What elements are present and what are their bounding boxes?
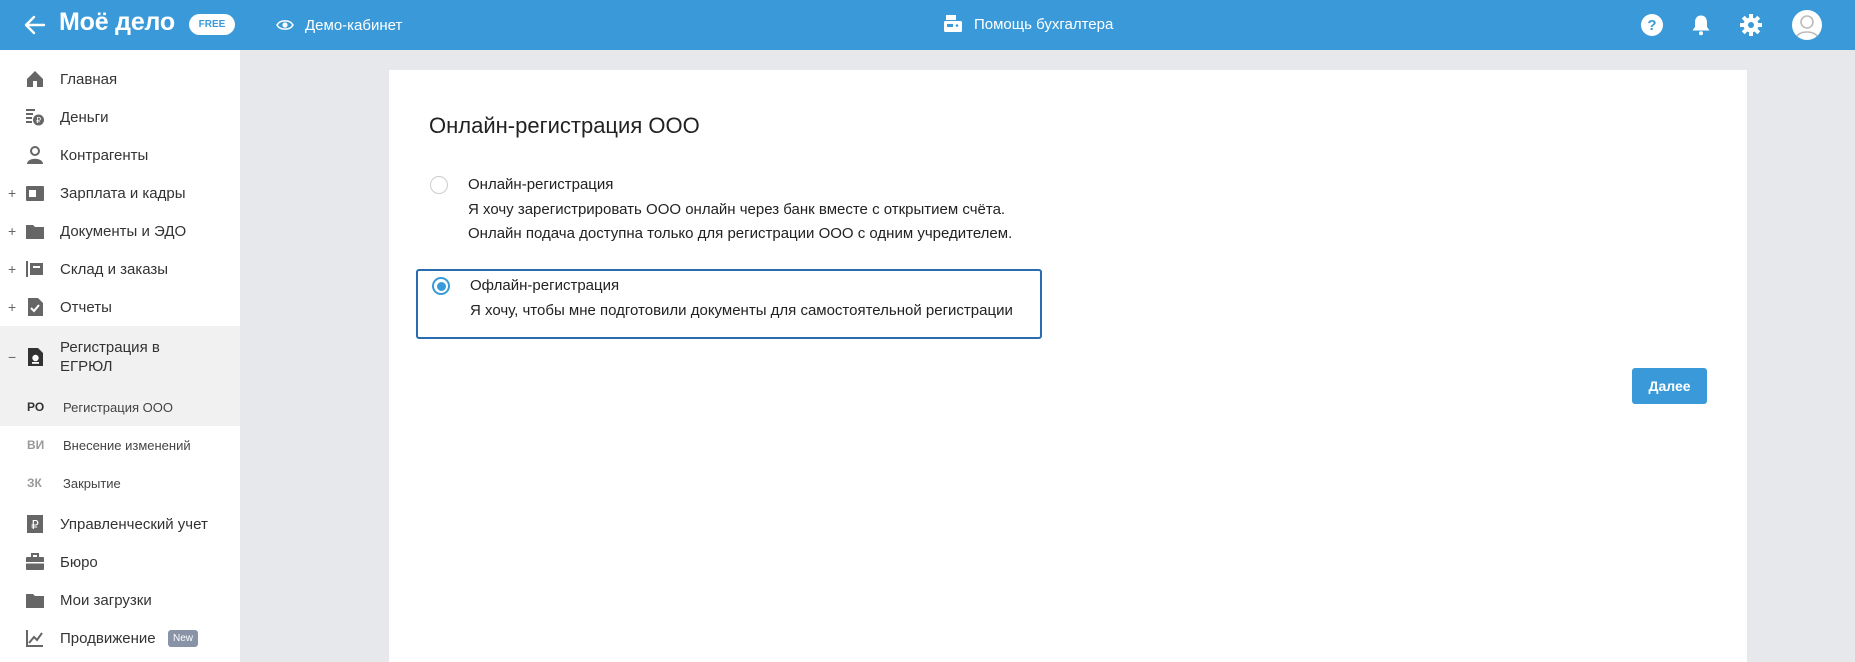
sidebar-item-promotion[interactable]: Продвижение New bbox=[0, 619, 240, 657]
sidebar-subitem-changes[interactable]: ВИ Внесение изменений bbox=[0, 426, 240, 464]
expand-icon[interactable]: + bbox=[8, 223, 16, 239]
option-description-line1: Я хочу зарегистрировать ООО онлайн через… bbox=[468, 201, 1006, 218]
contractors-icon bbox=[27, 146, 43, 164]
svg-text:₽: ₽ bbox=[36, 116, 41, 125]
sidebar-item-egrul-registration[interactable]: − Регистрация в ЕГРЮЛ bbox=[0, 326, 240, 388]
chart-icon bbox=[26, 630, 43, 647]
sidebar-item-warehouse[interactable]: + Склад и заказы bbox=[0, 250, 240, 288]
bell-icon[interactable] bbox=[1689, 13, 1713, 37]
ruble-doc-icon: ₽ bbox=[27, 515, 43, 533]
sidebar-item-my-downloads[interactable]: Мои загрузки bbox=[0, 581, 240, 619]
option-description-line2: Онлайн подача доступна только для регист… bbox=[468, 225, 1013, 242]
expand-icon[interactable]: + bbox=[8, 261, 16, 277]
cash-register-icon bbox=[944, 15, 962, 32]
gear-icon[interactable] bbox=[1739, 13, 1763, 37]
help-icon[interactable]: ? bbox=[1640, 13, 1664, 37]
folder-icon bbox=[26, 225, 44, 239]
logo[interactable]: Моё дело bbox=[59, 8, 175, 37]
eye-icon bbox=[276, 20, 294, 30]
registration-card: Онлайн-регистрация ООО Онлайн-регистраци… bbox=[389, 70, 1747, 662]
expand-icon[interactable]: + bbox=[8, 299, 16, 315]
sidebar-item-salary[interactable]: + Зарплата и кадры bbox=[0, 174, 240, 212]
top-bar: Моё дело FREE Демо-кабинет Помощь бухгал… bbox=[0, 0, 1855, 50]
collapse-icon[interactable]: − bbox=[8, 349, 16, 365]
sidebar-item-reports[interactable]: + Отчеты bbox=[0, 288, 240, 326]
option-title: Онлайн-регистрация bbox=[468, 176, 614, 193]
option-online-registration[interactable]: Онлайн-регистрация Я хочу зарегистрирова… bbox=[416, 166, 1042, 246]
salary-icon bbox=[26, 186, 44, 201]
folder-icon bbox=[26, 594, 44, 608]
plan-badge: FREE bbox=[189, 14, 235, 35]
option-offline-registration[interactable]: Офлайн-регистрация Я хочу, чтобы мне под… bbox=[416, 269, 1042, 339]
radio-online-registration[interactable] bbox=[430, 176, 448, 194]
demo-cabinet-link[interactable]: Демо-кабинет bbox=[276, 15, 402, 35]
page-title: Онлайн-регистрация ООО bbox=[429, 113, 700, 138]
option-description-line1: Я хочу, чтобы мне подготовили документы … bbox=[470, 302, 1013, 319]
sidebar-item-label-line2: ЕГРЮЛ bbox=[60, 358, 113, 375]
sidebar-item-home[interactable]: Главная bbox=[0, 60, 240, 98]
reports-icon bbox=[28, 298, 43, 316]
warehouse-icon bbox=[26, 261, 43, 277]
sidebar-subitem-closing[interactable]: ЗК Закрытие bbox=[0, 464, 240, 502]
registration-icon bbox=[28, 348, 43, 366]
arrow-left-icon[interactable] bbox=[22, 12, 48, 38]
sidebar: Главная ₽ Деньги Контрагенты + Зарплата … bbox=[0, 50, 240, 662]
option-title: Офлайн-регистрация bbox=[470, 277, 620, 294]
money-icon: ₽ bbox=[26, 109, 44, 126]
briefcase-icon bbox=[26, 553, 44, 570]
sidebar-item-bureau[interactable]: Бюро bbox=[0, 543, 240, 581]
demo-cabinet-label: Демо-кабинет bbox=[305, 16, 403, 34]
user-avatar-icon bbox=[1795, 15, 1819, 39]
user-avatar[interactable] bbox=[1792, 10, 1822, 40]
expand-icon[interactable]: + bbox=[8, 185, 16, 201]
home-icon bbox=[27, 71, 43, 87]
svg-text:?: ? bbox=[1647, 17, 1656, 34]
sidebar-item-contractors[interactable]: Контрагенты bbox=[0, 136, 240, 174]
sidebar-item-money[interactable]: ₽ Деньги bbox=[0, 98, 240, 136]
sidebar-item-label-line1: Регистрация в bbox=[60, 339, 160, 356]
svg-text:₽: ₽ bbox=[31, 518, 39, 532]
sidebar-item-documents[interactable]: + Документы и ЭДО bbox=[0, 212, 240, 250]
sidebar-subitem-llc-registration[interactable]: РО Регистрация ООО bbox=[0, 388, 240, 426]
accountant-help-link[interactable]: Помощь бухгалтера bbox=[942, 12, 1113, 36]
next-button[interactable]: Далее bbox=[1632, 368, 1707, 404]
new-badge: New bbox=[168, 629, 198, 647]
sidebar-item-management-accounting[interactable]: ₽ Управленческий учет bbox=[0, 505, 240, 543]
accountant-help-label: Помощь бухгалтера bbox=[974, 15, 1114, 33]
radio-offline-registration[interactable] bbox=[432, 277, 450, 295]
